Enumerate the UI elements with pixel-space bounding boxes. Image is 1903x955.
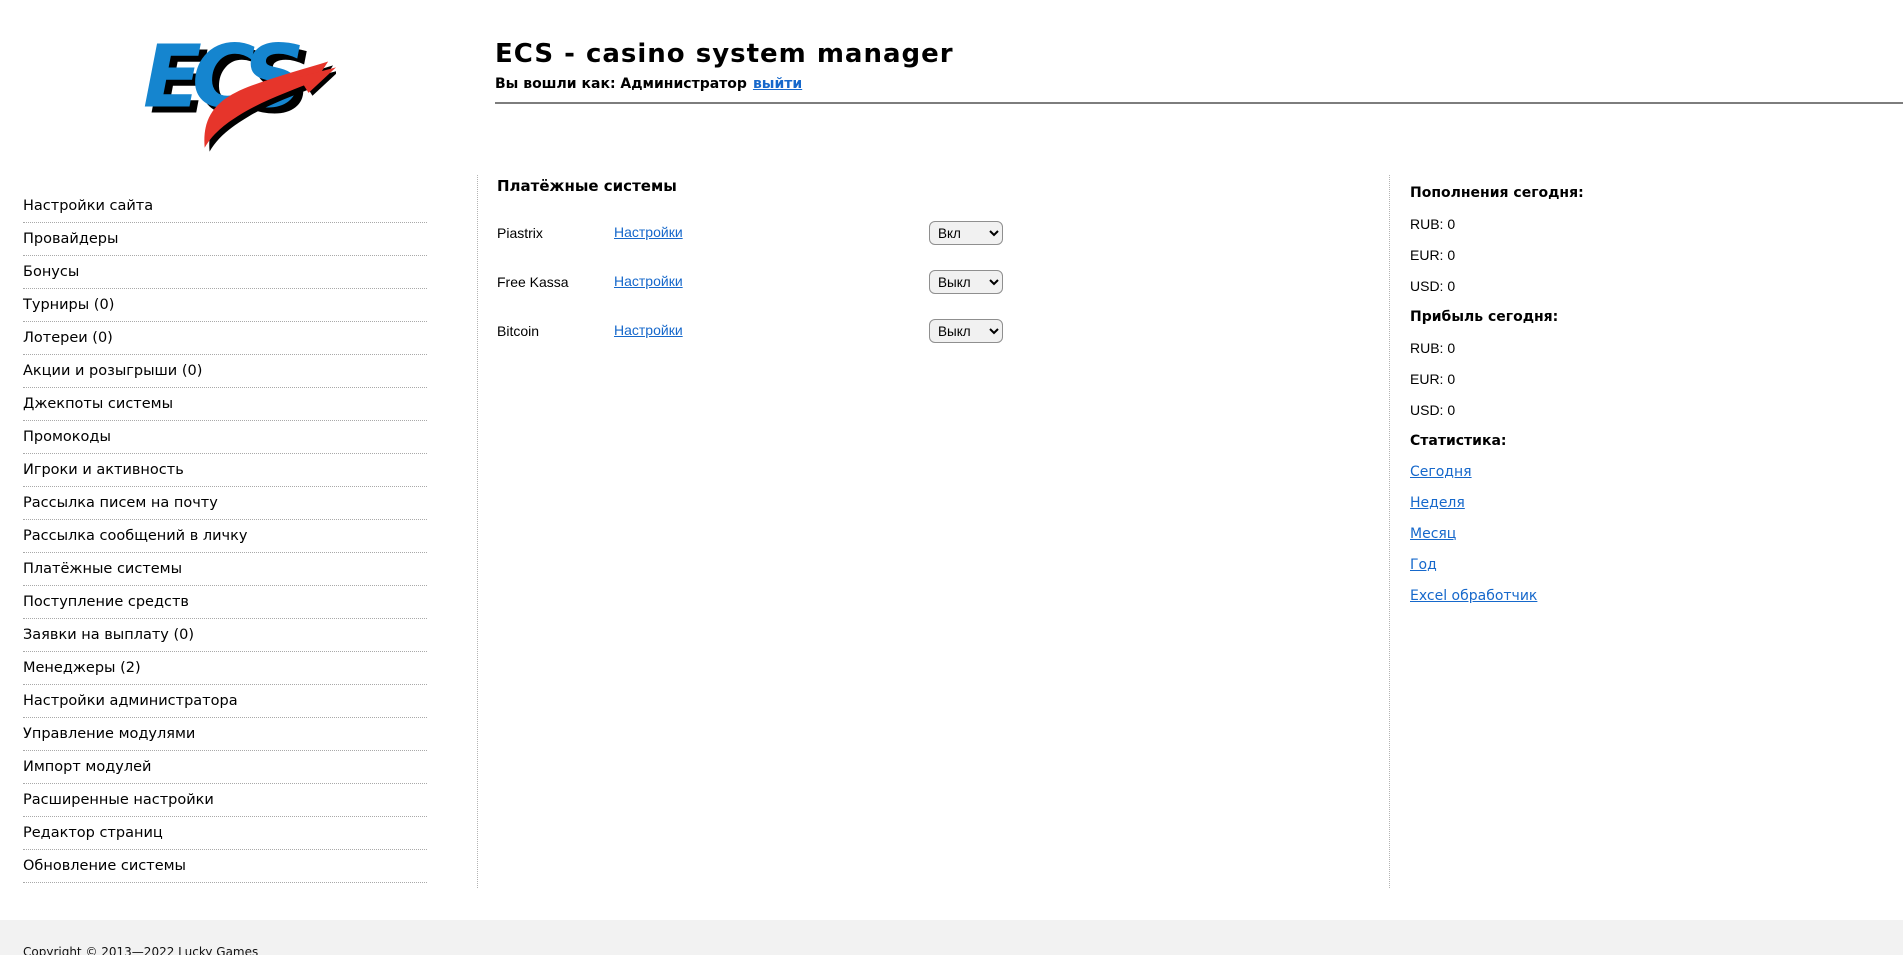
sidebar-menu-item[interactable]: Рассылка сообщений в личку	[23, 520, 427, 553]
sidebar-menu-item[interactable]: Редактор страниц	[23, 817, 427, 850]
sidebar-menu-item[interactable]: Игроки и активность	[23, 454, 427, 487]
sidebar-menu-item[interactable]: Платёжные системы	[23, 553, 427, 586]
profit-lines: RUB: 0 EUR: 0 USD: 0	[1410, 339, 1880, 420]
deposits-lines: RUB: 0 EUR: 0 USD: 0	[1410, 215, 1880, 296]
stats-panel: Пополнения сегодня: RUB: 0 EUR: 0 USD: 0 П…	[1410, 184, 1880, 618]
payment-row-bitcoin: Bitcoin Настройки Выкл	[497, 319, 1357, 343]
sidebar-menu-item[interactable]: Настройки сайта	[23, 190, 427, 223]
sidebar-menu-item[interactable]: Управление модулями	[23, 718, 427, 751]
ecs-logo-image: ECS ECS	[143, 28, 340, 152]
payment-name: Free Kassa	[497, 274, 569, 290]
admin-page: ECS ECS ECS - casino system manager Вы в…	[0, 0, 1903, 955]
deposit-value: RUB: 0	[1410, 216, 1456, 232]
statistics-period-link[interactable]: Год	[1410, 556, 1437, 575]
sidebar-menu-item[interactable]: Настройки администратора	[23, 685, 427, 718]
payment-state-select[interactable]: Выкл	[929, 270, 1003, 294]
profit-value: EUR: 0	[1410, 371, 1456, 387]
login-status-text: Вы вошли как: Администратор	[495, 76, 747, 92]
statistics-period-link[interactable]: Excel обработчик	[1410, 587, 1537, 606]
payment-name: Bitcoin	[497, 323, 540, 339]
statistics-links: Сегодня Неделя Месяц Год Excel обработчик	[1410, 463, 1880, 618]
ecs-logo[interactable]: ECS ECS	[140, 16, 340, 152]
sidebar-menu-item[interactable]: Акции и розыгрыши (0)	[23, 355, 427, 388]
login-status: Вы вошли как: Администратор выйти	[495, 76, 954, 92]
profit-heading: Прибыль сегодня:	[1410, 309, 1559, 325]
sidebar-menu-item[interactable]: Бонусы	[23, 256, 427, 289]
sidebar-menu: Настройки сайта Провайдеры Бонусы Турниры (…	[23, 190, 427, 883]
payment-systems-section: Платёжные системы Piastrix Настройки Вкл…	[497, 177, 1357, 368]
deposits-heading: Пополнения сегодня:	[1410, 185, 1584, 201]
payment-row-freekassa: Free Kassa Настройки Выкл	[497, 270, 1357, 294]
payment-name: Piastrix	[497, 225, 543, 241]
payment-row-piastrix: Piastrix Настройки Вкл	[497, 221, 1357, 245]
sidebar-menu-item[interactable]: Лотереи (0)	[23, 322, 427, 355]
sidebar-menu-item[interactable]: Промокоды	[23, 421, 427, 454]
page-title: ECS - casino system manager	[495, 39, 954, 69]
sidebar-menu-item[interactable]: Рассылка писем на почту	[23, 487, 427, 520]
header-title-block: ECS - casino system manager Вы вошли как…	[495, 38, 954, 92]
section-heading: Платёжные системы	[497, 177, 677, 195]
statistics-period-link[interactable]: Сегодня	[1410, 463, 1472, 482]
sidebar-menu-item[interactable]: Турниры (0)	[23, 289, 427, 322]
payment-state-select[interactable]: Выкл	[929, 319, 1003, 343]
sidebar-menu-item[interactable]: Заявки на выплату (0)	[23, 619, 427, 652]
payment-settings-link[interactable]: Настройки	[614, 273, 683, 289]
payment-settings-link[interactable]: Настройки	[614, 322, 683, 338]
divider-main-stats	[1389, 175, 1390, 888]
statistics-period-link[interactable]: Неделя	[1410, 494, 1465, 513]
logout-link[interactable]: выйти	[753, 76, 802, 92]
copyright-text: Copyright © 2013—2022 Lucky Games	[23, 945, 259, 955]
deposit-value: EUR: 0	[1410, 247, 1456, 263]
sidebar-menu-item[interactable]: Обновление системы	[23, 850, 427, 883]
sidebar-menu-item[interactable]: Провайдеры	[23, 223, 427, 256]
statistics-heading: Статистика:	[1410, 433, 1507, 449]
divider-sidebar-main	[477, 175, 478, 888]
header-divider	[495, 102, 1903, 104]
payment-settings-link[interactable]: Настройки	[614, 224, 683, 240]
statistics-period-link[interactable]: Месяц	[1410, 525, 1456, 544]
sidebar-menu-item[interactable]: Импорт модулей	[23, 751, 427, 784]
sidebar-menu-item[interactable]: Поступление средств	[23, 586, 427, 619]
payment-state-select[interactable]: Вкл	[929, 221, 1003, 245]
profit-value: RUB: 0	[1410, 340, 1456, 356]
sidebar-menu-item[interactable]: Расширенные настройки	[23, 784, 427, 817]
sidebar-menu-item[interactable]: Джекпоты системы	[23, 388, 427, 421]
profit-value: USD: 0	[1410, 402, 1456, 418]
footer: Copyright © 2013—2022 Lucky Games	[0, 920, 1903, 955]
sidebar-menu-item[interactable]: Менеджеры (2)	[23, 652, 427, 685]
deposit-value: USD: 0	[1410, 278, 1456, 294]
